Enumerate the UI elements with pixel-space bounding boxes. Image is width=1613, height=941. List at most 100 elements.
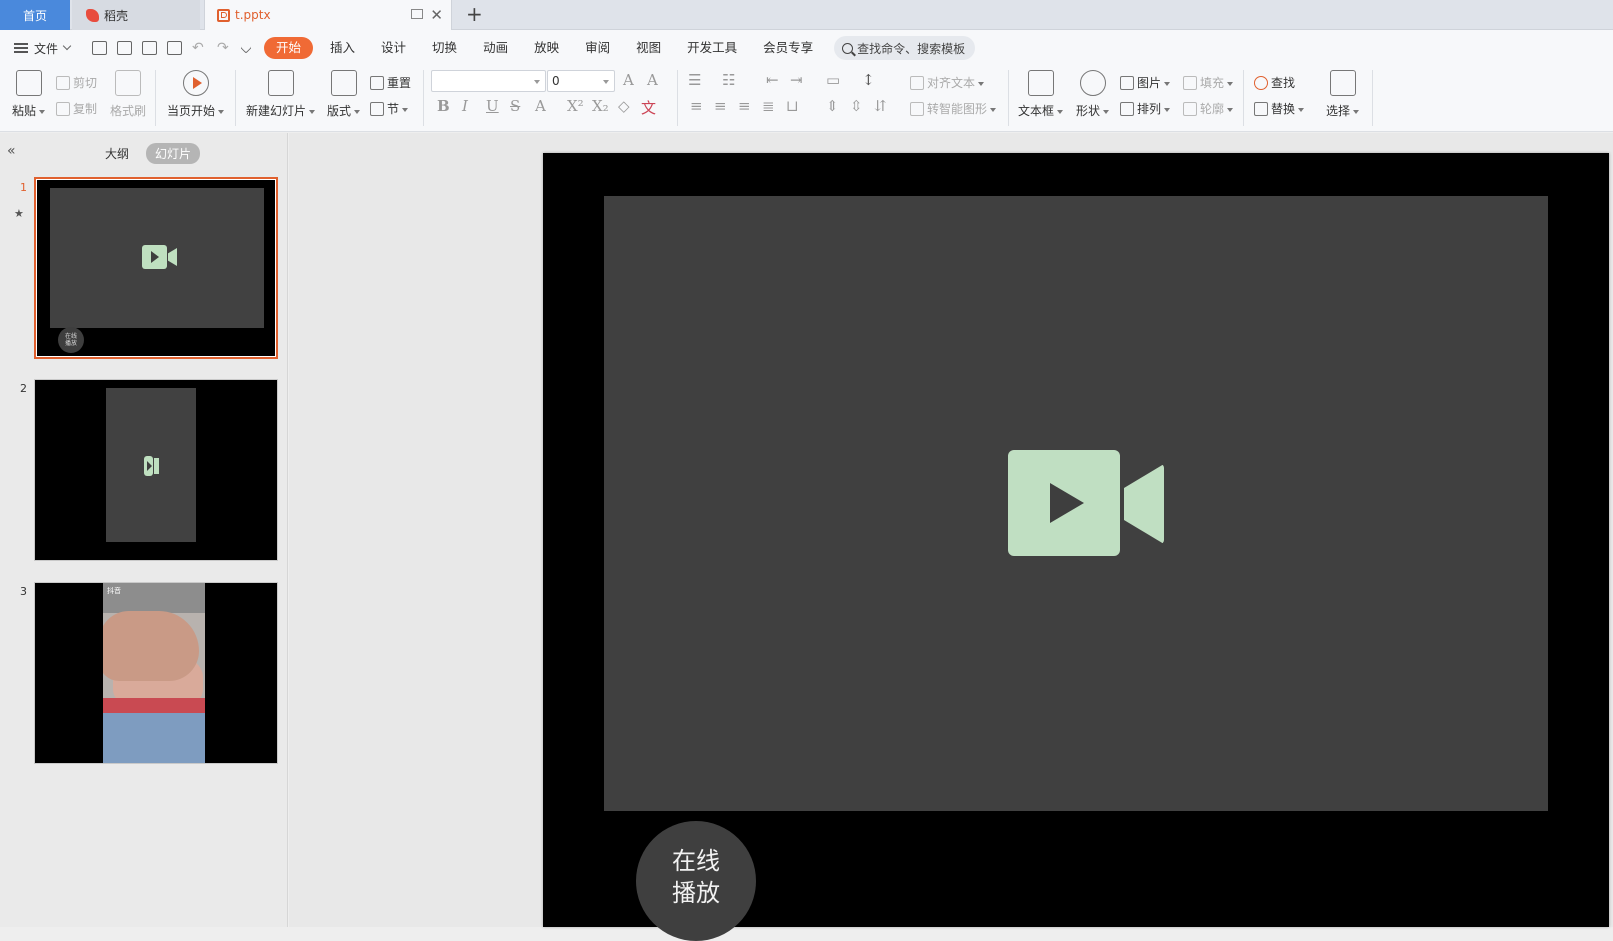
ribbon-tab-view[interactable]: 视图 — [623, 37, 674, 59]
chevron-down-icon — [62, 41, 72, 51]
format-painter-button[interactable]: 格式刷 — [110, 70, 146, 119]
bold-icon[interactable]: B — [437, 97, 450, 115]
decrease-indent-icon[interactable]: ⇤ — [766, 71, 779, 89]
redo-icon[interactable]: ↷ — [217, 41, 232, 55]
ribbon-tab-design[interactable]: 设计 — [368, 37, 419, 59]
find-button[interactable]: 查找 — [1254, 74, 1295, 91]
animation-star-icon: ★ — [14, 207, 24, 220]
scissors-icon — [56, 75, 70, 90]
command-search-box[interactable]: 查找命令、搜索模板 — [834, 36, 976, 60]
line-spacing-icon[interactable]: ↕ — [862, 71, 875, 89]
slide-thumbnail-3[interactable]: 抖音 — [34, 582, 278, 764]
cut-button[interactable]: 剪切 — [56, 74, 97, 91]
align-right-icon[interactable]: ≡ — [738, 97, 751, 115]
smart-shape-label: 转智能图形 — [927, 100, 996, 117]
select-button[interactable]: 选择 — [1326, 70, 1359, 119]
ribbon-tab-transition[interactable]: 切换 — [419, 37, 470, 59]
strikethrough-icon[interactable]: S — [510, 97, 520, 115]
columns-icon[interactable]: ⇳ — [850, 97, 863, 115]
collapse-panel-icon[interactable]: « — [7, 143, 16, 159]
underline-icon[interactable]: U — [486, 97, 499, 115]
layers-icon — [1120, 101, 1134, 116]
bullet-list-icon[interactable]: ☰ — [688, 71, 701, 89]
text-box-button[interactable]: 文本框 — [1018, 70, 1063, 119]
ribbon-tabs: 开始 插入 设计 切换 动画 放映 审阅 视图 开发工具 会员专享 — [264, 37, 826, 59]
distribute-icon[interactable]: ⊔ — [786, 97, 799, 115]
new-slide-button[interactable]: 新建幻灯片 — [246, 70, 315, 119]
section-button[interactable]: 节 — [370, 100, 408, 117]
shape-button[interactable]: 形状 — [1076, 70, 1109, 119]
print-preview-icon[interactable] — [167, 41, 182, 55]
slide-thumbnail-2[interactable] — [34, 379, 278, 561]
smart-shape-button[interactable]: 转智能图形 — [910, 100, 996, 117]
subscript-icon[interactable]: X₂ — [592, 97, 609, 115]
ribbon-tab-member[interactable]: 会员专享 — [750, 37, 826, 59]
tab-home[interactable]: 首页 — [0, 0, 70, 30]
ribbon-tab-developer[interactable]: 开发工具 — [674, 37, 750, 59]
text-direction-icon[interactable]: ▭ — [826, 71, 840, 89]
tab-daoke[interactable]: 稻壳 — [72, 0, 200, 30]
hamburger-icon — [14, 43, 28, 53]
fill-label: 填充 — [1200, 74, 1233, 91]
ribbon-tab-insert[interactable]: 插入 — [317, 37, 368, 59]
customize-toolbar-chevron-icon[interactable] — [240, 42, 252, 54]
pinyin-guide-icon[interactable]: 文 — [641, 97, 656, 118]
current-slide[interactable]: 在线 播放 — [543, 153, 1609, 941]
tab-pptx-file[interactable]: t.pptx ✕ — [204, 0, 452, 30]
export-icon[interactable] — [117, 41, 132, 55]
section-label: 节 — [387, 100, 408, 117]
fill-button[interactable]: 填充 — [1183, 74, 1233, 91]
picture-button[interactable]: 图片 — [1120, 74, 1170, 91]
ribbon-tab-home[interactable]: 开始 — [264, 37, 314, 59]
video-camera-icon — [144, 456, 160, 476]
shape-label: 形状 — [1076, 102, 1109, 119]
ribbon-tab-review[interactable]: 审阅 — [572, 37, 623, 59]
format-painter-icon — [115, 70, 141, 96]
tab-outline[interactable]: 大纲 — [96, 143, 138, 164]
tab-slides[interactable]: 幻灯片 — [146, 143, 201, 164]
close-tab-icon[interactable]: ✕ — [430, 6, 443, 24]
picture-label: 图片 — [1137, 74, 1170, 91]
paste-button[interactable]: 粘贴 — [12, 70, 45, 119]
increase-font-icon[interactable]: A — [623, 71, 634, 89]
reset-label: 重置 — [387, 76, 412, 90]
paragraph-spacing-icon[interactable]: ⇕ — [826, 97, 839, 115]
increase-indent-icon[interactable]: ⇥ — [790, 71, 803, 89]
video-object[interactable] — [604, 196, 1548, 811]
print-icon[interactable] — [142, 41, 157, 55]
video-camera-icon — [142, 245, 178, 269]
online-play-button[interactable]: 在线 播放 — [636, 821, 756, 941]
align-center-icon[interactable]: ≡ — [714, 97, 727, 115]
slide-thumbnail-1[interactable]: 在线 播放 — [34, 177, 278, 359]
arrange-button[interactable]: 排列 — [1120, 100, 1170, 117]
copy-label: 复制 — [73, 102, 98, 116]
decrease-font-icon[interactable]: A — [647, 71, 658, 89]
font-color-icon[interactable]: A — [535, 97, 546, 115]
play-from-current-button[interactable]: 当页开始 — [167, 70, 224, 119]
replace-button[interactable]: 替换 — [1254, 100, 1304, 117]
ribbon-tab-slideshow[interactable]: 放映 — [521, 37, 572, 59]
font-name-combo[interactable] — [431, 70, 546, 92]
align-text-button[interactable]: 对齐文本 — [910, 74, 984, 91]
video-placeholder — [50, 188, 264, 328]
layout-button[interactable]: 版式 — [327, 70, 360, 119]
italic-icon[interactable]: I — [462, 97, 468, 115]
font-size-combo[interactable]: 0 — [547, 70, 615, 92]
undo-icon[interactable]: ↶ — [192, 41, 207, 55]
ribbon-tab-animation[interactable]: 动画 — [470, 37, 521, 59]
slide-number: 1 — [20, 181, 27, 194]
reset-button[interactable]: 重置 — [370, 74, 411, 91]
numbered-list-icon[interactable]: ☷ — [722, 71, 735, 89]
outline-button[interactable]: 轮廓 — [1183, 100, 1233, 117]
superscript-icon[interactable]: X² — [567, 97, 584, 115]
new-tab-plus-icon[interactable]: + — [466, 2, 483, 26]
save-icon[interactable] — [92, 41, 107, 55]
copy-button[interactable]: 复制 — [56, 100, 97, 117]
document-tab-bar: 首页 稻壳 t.pptx ✕ + — [0, 0, 1613, 30]
line-spacing-menu-icon[interactable]: ⇵ — [874, 97, 887, 115]
file-menu-button[interactable]: 文件 — [0, 40, 86, 57]
align-left-icon[interactable]: ≡ — [690, 97, 703, 115]
justify-icon[interactable]: ≣ — [762, 97, 775, 115]
float-window-icon[interactable] — [411, 9, 423, 19]
clear-format-icon[interactable]: ◇ — [618, 97, 630, 115]
